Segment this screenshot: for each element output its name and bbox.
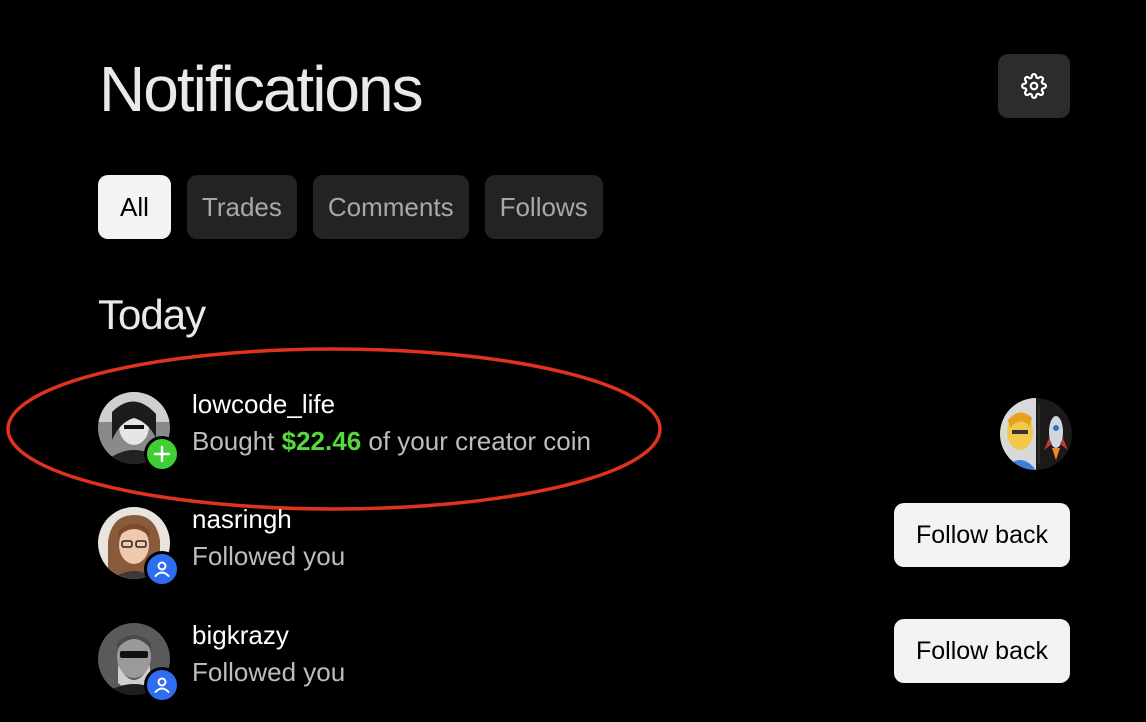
notification-item[interactable]: bigkrazy Followed you Follow back xyxy=(98,619,1070,703)
creator-coin-thumbnail[interactable] xyxy=(1000,398,1072,470)
tab-follows[interactable]: Follows xyxy=(484,175,603,239)
page-title: Notifications xyxy=(99,53,424,125)
username[interactable]: bigkrazy xyxy=(192,620,289,651)
tab-trades[interactable]: Trades xyxy=(186,175,297,239)
plus-icon xyxy=(153,445,171,463)
follow-badge xyxy=(144,551,180,587)
follow-back-button[interactable]: Follow back xyxy=(894,503,1070,567)
person-icon xyxy=(154,561,170,577)
filter-tabs: All Trades Comments Follows xyxy=(98,175,603,239)
section-title-today: Today xyxy=(98,291,206,338)
notification-item[interactable]: nasringh Followed you Follow back xyxy=(98,503,1070,587)
trade-amount: $22.46 xyxy=(281,426,362,456)
gear-icon xyxy=(1021,73,1047,99)
username[interactable]: lowcode_life xyxy=(192,389,335,420)
follow-back-button[interactable]: Follow back xyxy=(894,619,1070,683)
action-prefix: Bought xyxy=(192,426,282,456)
follow-badge xyxy=(144,667,180,703)
username[interactable]: nasringh xyxy=(192,504,292,535)
notification-item[interactable]: lowcode_life Bought $22.46 of your creat… xyxy=(98,389,1072,472)
buy-badge xyxy=(144,436,180,472)
tab-comments[interactable]: Comments xyxy=(312,175,469,239)
notification-text: Bought $22.46 of your creator coin xyxy=(192,426,591,457)
person-icon xyxy=(154,677,170,693)
notification-text: Followed you xyxy=(192,541,346,571)
settings-button[interactable] xyxy=(998,54,1070,118)
notification-text: Followed you xyxy=(192,657,346,687)
action-suffix: of your creator coin xyxy=(361,426,591,456)
tab-all[interactable]: All xyxy=(98,175,171,239)
